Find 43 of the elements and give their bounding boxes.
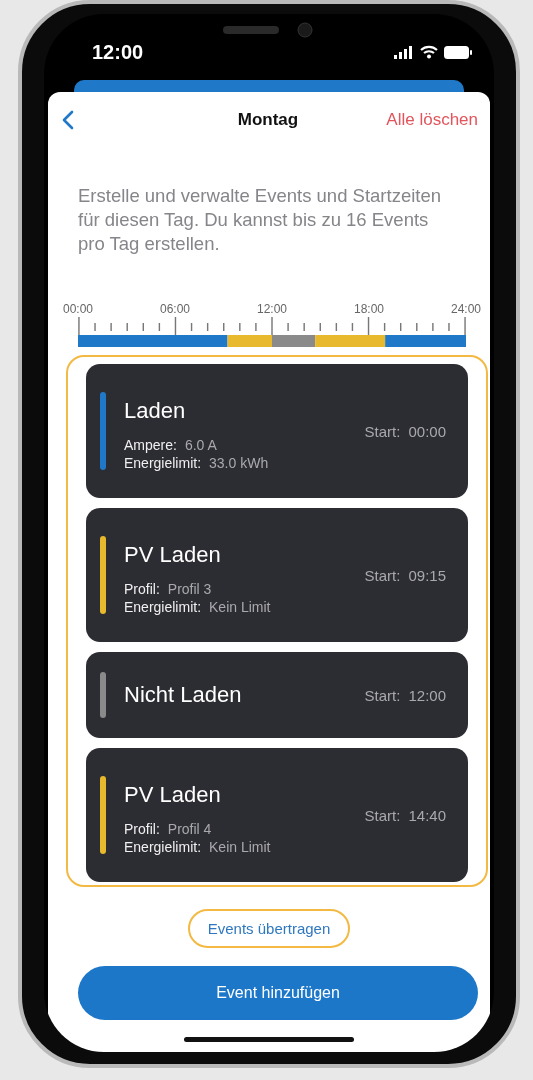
detail-value: Profil 4 [167,820,212,838]
detail-value: Profil 3 [167,580,212,598]
start-time: 00:00 [408,422,446,440]
battery-icon [444,45,472,59]
detail-value: 6.0 A [184,436,217,454]
event-card[interactable]: PV Laden Profil: Profil 4 Energielimit: Kein Limit Start: 14:40 [86,748,468,882]
start-label: Start: [364,566,401,584]
event-title: PV Laden [124,542,222,568]
event-title: Nicht Laden [124,682,243,708]
clear-all-button[interactable]: Alle löschen [368,110,478,130]
start-time: 12:00 [408,686,446,704]
detail-value: 33.0 kWh [209,454,269,472]
detail-label: Energielimit: [124,838,202,856]
detail-label: Profil: [124,820,160,838]
detail-label: Ampere: [124,436,177,454]
transfer-events-link[interactable]: Events übertragen [187,909,351,948]
wifi-icon [420,45,438,59]
detail-label: Profil: [124,580,160,598]
event-title: Laden [124,398,187,424]
detail-label: Energielimit: [124,454,202,472]
description-text: Erstelle und verwalte Events und Startzeiten für diesen Tag. Du kannst bis zu 16 Events pro Tag erstellen. [78,184,442,256]
tick-label: 18:00 [354,302,384,316]
start-label: Start: [364,422,401,440]
tick-label: 06:00 [160,302,190,316]
event-card[interactable]: Nicht Laden Start: 12:00 [86,652,468,738]
chevron-left-icon [62,110,74,130]
page-title: Montag [236,110,300,130]
status-time: 12:00 [92,40,145,64]
start-label: Start: [364,806,401,824]
event-title: PV Laden [124,782,222,808]
event-card[interactable]: Laden Ampere: 6.0 A Energielimit: 33.0 kWh Start: 00:00 [86,364,468,498]
add-event-button[interactable]: Event hinzufügen [78,966,478,1020]
tick-label: 24:00 [451,302,481,316]
detail-label: Energielimit: [124,598,202,616]
signal-icon [394,45,414,59]
detail-value: Kein Limit [209,838,271,856]
tick-label: 00:00 [63,302,93,316]
tick-label: 12:00 [257,302,287,316]
event-card[interactable]: PV Laden Profil: Profil 3 Energielimit: Kein Limit Start: 09:15 [86,508,468,642]
start-label: Start: [364,686,401,704]
detail-value: Kein Limit [209,598,271,616]
start-time: 09:15 [408,566,446,584]
start-time: 14:40 [408,806,446,824]
